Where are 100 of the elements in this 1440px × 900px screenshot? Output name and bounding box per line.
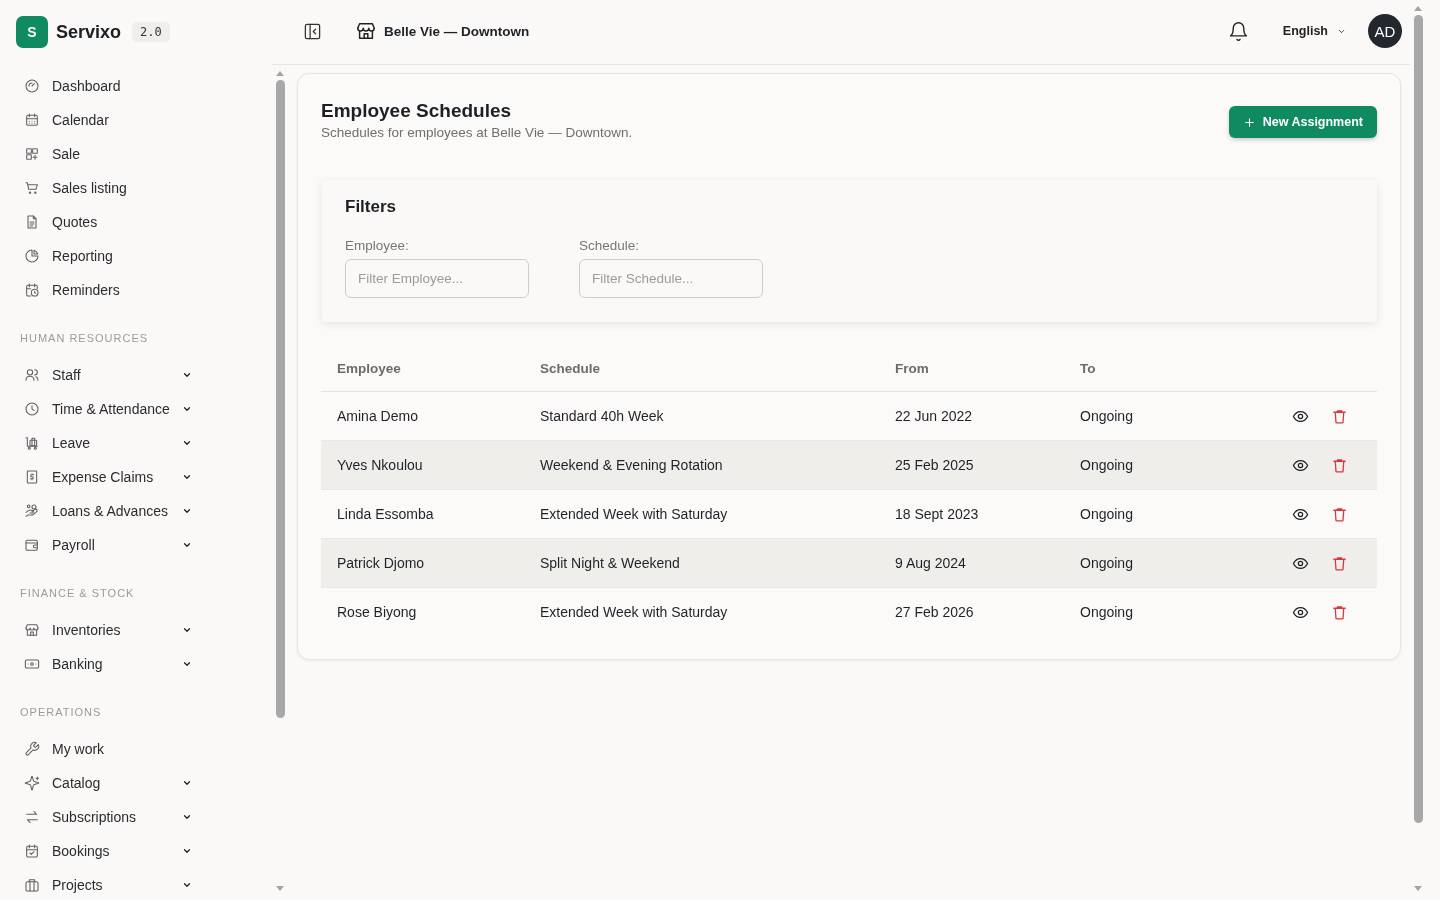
page-subtitle: Schedules for employees at Belle Vie — Downtown. [321,124,633,142]
language-selector[interactable]: English [1282,24,1346,38]
table-cell: Patrick Djomo [321,538,524,588]
pie-chart-icon [24,248,40,264]
wallet-icon [24,537,40,553]
grid-plus-icon [24,146,40,162]
app-logo: S [16,16,48,48]
table-cell: Ongoing [1064,440,1264,490]
store-icon [24,622,40,638]
column-header: Employee [321,346,524,392]
location-selector[interactable]: Belle Vie — Downtown [355,20,530,42]
clock-icon [24,401,40,417]
table-cell: Extended Week with Saturday [524,489,879,539]
trash-icon [1331,603,1348,621]
table-cell: Amina Demo [321,391,524,441]
calendar-icon [24,112,40,128]
delete-button[interactable] [1331,456,1348,474]
sidebar-section-title: OPERATIONS [19,705,102,720]
sidebar-item[interactable]: Calendar [0,103,200,137]
scroll-down-icon[interactable] [1414,886,1422,891]
trash-icon [1331,554,1348,572]
app-name: Servixo [56,21,122,43]
scrollbar-thumb[interactable] [275,80,285,718]
table-cell: 9 Aug 2024 [879,538,1064,588]
sidebar-item[interactable]: Projects [0,868,200,900]
table-cell: Yves Nkoulou [321,440,524,490]
users-icon [24,367,40,383]
collapse-sidebar-button[interactable] [303,21,322,41]
trash-icon [1331,407,1348,425]
sidebar-item[interactable]: Sale [0,137,200,171]
panel-left-icon [303,21,322,41]
cart-icon [24,180,40,196]
sidebar-item[interactable]: Leave [0,426,200,460]
scroll-up-icon[interactable] [276,71,284,76]
table-cell: Ongoing [1064,538,1264,588]
sidebar-item[interactable]: Sales listing [0,171,200,205]
store-icon [355,20,377,42]
table-cell: Split Night & Weekend [524,538,879,588]
sidebar-item[interactable]: Payroll [0,528,200,562]
field-label: Schedule: [579,237,640,255]
filters-title: Filters [345,196,397,218]
table-cell: Extended Week with Saturday [524,587,879,636]
sidebar-item[interactable]: Time & Attendance [0,392,200,426]
briefcase-icon [24,877,40,893]
wrench-icon [24,741,40,757]
new-assignment-button[interactable]: New Assignment [1228,106,1377,138]
gauge-icon [24,78,40,94]
field-label: Employee: [345,237,409,255]
notifications-button[interactable] [1227,20,1249,42]
scroll-up-icon[interactable] [1414,6,1422,11]
banknote-icon [24,656,40,672]
table-cell: Ongoing [1064,391,1264,441]
table-cell: Ongoing [1064,587,1264,636]
trash-icon [1331,505,1348,523]
sidebar-item[interactable]: Inventories [0,613,200,647]
receipt-dollar-icon [24,469,40,485]
table-cell: 25 Feb 2025 [879,440,1064,490]
delete-button[interactable] [1331,505,1348,523]
swap-arrows-icon [24,809,40,825]
version-tag: 2.0 [132,22,170,42]
sidebar-item[interactable]: Bookings [0,834,200,868]
scrollbar-thumb[interactable] [1413,15,1423,823]
sidebar-item[interactable]: Expense Claims [0,460,200,494]
sidebar-item[interactable]: Reporting [0,239,200,273]
luggage-cart-icon [24,435,40,451]
table-cell: Linda Essomba [321,489,524,539]
filter-input[interactable]: Filter Schedule... [579,259,763,298]
delete-button[interactable] [1331,407,1348,425]
calendar-check-icon [24,843,40,859]
sidebar-item[interactable]: Banking [0,647,200,681]
page-title: Employee Schedules [321,99,513,123]
table-cell: 18 Sept 2023 [879,489,1064,539]
column-header: Schedule [524,346,879,392]
sidebar-section-title: FINANCE & STOCK [19,586,135,601]
sparkles-icon [24,775,40,791]
sidebar-item[interactable]: Quotes [0,205,200,239]
column-header: To [1064,346,1264,392]
scroll-down-icon[interactable] [276,886,284,891]
table-cell: 27 Feb 2026 [879,587,1064,636]
delete-button[interactable] [1331,554,1348,572]
table-cell: 22 Jun 2022 [879,391,1064,441]
sidebar-item[interactable]: Catalog [0,766,200,800]
filter-input[interactable]: Filter Employee... [345,259,529,298]
sidebar-item[interactable]: My work [0,732,200,766]
bell-icon [1227,20,1249,42]
sidebar-item[interactable]: Dashboard [0,69,200,103]
table-cell: Rose Biyong [321,587,524,636]
trash-icon [1331,456,1348,474]
user-avatar[interactable]: AD [1368,14,1402,48]
delete-button[interactable] [1331,603,1348,621]
table-cell: Ongoing [1064,489,1264,539]
sidebar-item[interactable]: Reminders [0,273,200,307]
calendar-clock-icon [24,282,40,298]
hand-coins-icon [24,503,40,519]
table-cell: Standard 40h Week [524,391,879,441]
sidebar-item[interactable]: Staff [0,358,200,392]
table-cell: Weekend & Evening Rotation [524,440,879,490]
sidebar-item[interactable]: Subscriptions [0,800,200,834]
sidebar-section-title: HUMAN RESOURCES [19,331,149,346]
sidebar-item[interactable]: Loans & Advances [0,494,200,528]
